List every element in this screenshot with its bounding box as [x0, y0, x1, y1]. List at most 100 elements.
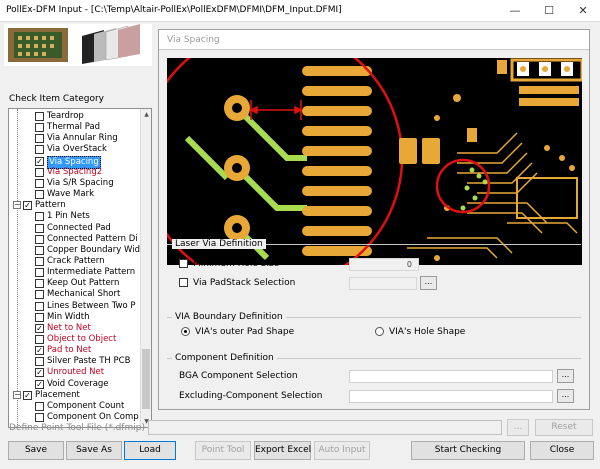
tree-item[interactable]: Lines Between Two P: [9, 301, 141, 312]
tree-item[interactable]: ✓ Void Coverage: [9, 379, 141, 390]
tree-item[interactable]: Thermal Pad: [9, 122, 141, 133]
load-button[interactable]: Load: [124, 441, 176, 460]
tree-item[interactable]: Keep Out Pattern: [9, 278, 141, 289]
min-hole-size-checkbox[interactable]: [179, 259, 188, 268]
via-boundary-definition-title: VIA Boundary Definition: [172, 312, 286, 322]
tree-item[interactable]: Silver Paste TH PCB: [9, 356, 141, 367]
tree-item[interactable]: Wave Mark: [9, 189, 141, 200]
auto-input-button[interactable]: Auto Input: [314, 441, 370, 460]
tree-item-checkbox[interactable]: ✓: [23, 201, 32, 211]
tree-item[interactable]: Via Spacing2: [9, 167, 141, 178]
tree-item[interactable]: ✓ Unrouted Net: [9, 367, 141, 378]
tree-item[interactable]: ✓ Via Spacing: [9, 155, 141, 169]
tree-item[interactable]: Via OverStack: [9, 144, 141, 155]
tree-group[interactable]: − ✓ Placement: [9, 390, 141, 401]
tree-item[interactable]: ✓ Pad to Net: [9, 345, 141, 356]
export-excel-button[interactable]: Export Excel: [254, 441, 311, 460]
tree-item-checkbox[interactable]: ✓: [35, 323, 44, 333]
close-window-button[interactable]: ✕: [566, 0, 600, 22]
via-padstack-browse-button[interactable]: ...: [420, 276, 437, 290]
tree-item-label: Via OverStack: [47, 144, 107, 155]
save-button[interactable]: Save: [8, 441, 64, 460]
tree-item[interactable]: Via S/R Spacing: [9, 178, 141, 189]
reset-button[interactable]: Reset: [535, 419, 593, 436]
tree-item-checkbox[interactable]: [35, 167, 44, 177]
point-tool-browse-button[interactable]: ...: [507, 419, 529, 436]
bga-component-input[interactable]: [349, 370, 553, 383]
tree-item[interactable]: Intermediate Pattern: [9, 267, 141, 278]
tree-item-checkbox[interactable]: ✓: [35, 379, 44, 389]
min-hole-size-label: Minimum Hole Size: [193, 259, 280, 269]
collapse-icon[interactable]: −: [13, 390, 21, 399]
tree-item-checkbox[interactable]: ✓: [35, 368, 44, 378]
tree-item-label: Component Count: [47, 400, 125, 411]
tree-item[interactable]: Connected Pad: [9, 223, 141, 234]
tree-item-checkbox[interactable]: [35, 279, 44, 289]
excluding-component-input[interactable]: [349, 390, 553, 403]
tree-item[interactable]: Component Count: [9, 401, 141, 412]
scroll-thumb[interactable]: [142, 349, 150, 409]
tree-item-checkbox[interactable]: [35, 190, 44, 200]
tree-item[interactable]: 1 Pin Nets: [9, 211, 141, 222]
bga-browse-button[interactable]: ...: [557, 369, 574, 383]
tree-item-checkbox[interactable]: [35, 223, 44, 233]
tree-item-checkbox[interactable]: [35, 312, 44, 322]
tree-item[interactable]: Via Annular Ring: [9, 133, 141, 144]
check-item-tree[interactable]: ▲ ▼ Teardrop Thermal Pad Via Annular Ring V…: [8, 108, 152, 428]
tree-item-checkbox[interactable]: [35, 145, 44, 155]
maximize-button[interactable]: ☐: [532, 0, 566, 22]
tree-item-checkbox[interactable]: [35, 413, 44, 423]
collapse-icon[interactable]: −: [13, 201, 21, 210]
excluding-browse-button[interactable]: ...: [557, 389, 574, 403]
tree-item-checkbox[interactable]: [35, 401, 44, 411]
tree-item-checkbox[interactable]: ✓: [35, 346, 44, 356]
via-spacing-panel: Via Spacing Laser Via Definition Minimum…: [158, 29, 590, 410]
laser-via-definition-title: Laser Via Definition: [172, 239, 266, 249]
tree-item-label: Pattern: [35, 200, 66, 211]
tree-item-checkbox[interactable]: ✓: [23, 390, 32, 400]
tree-item-label: Via Spacing2: [47, 166, 103, 177]
tree-item-checkbox[interactable]: [35, 335, 44, 344]
title-bar: PollEx-DFM Input - [C:\Temp\Altair-PollE…: [0, 0, 600, 22]
tree-item-checkbox[interactable]: [35, 234, 44, 244]
tree-item-checkbox[interactable]: [35, 268, 44, 278]
close-button[interactable]: Close: [530, 441, 594, 460]
point-tool-file-input[interactable]: [148, 420, 502, 435]
minimize-button[interactable]: —: [498, 0, 532, 22]
tree-item[interactable]: ✓ Net to Net: [9, 323, 141, 334]
tree-item-checkbox[interactable]: [35, 290, 44, 300]
tree-item-checkbox[interactable]: [35, 178, 44, 188]
tree-item[interactable]: Object to Object: [9, 334, 141, 345]
min-hole-size-input[interactable]: 0: [349, 258, 419, 271]
tree-item-label: Lines Between Two P: [47, 300, 136, 311]
via-padstack-checkbox[interactable]: [179, 278, 188, 287]
tree-item[interactable]: Copper Boundary Wid: [9, 245, 141, 256]
tree-item-checkbox[interactable]: [35, 256, 44, 266]
tree-item-checkbox[interactable]: [35, 123, 44, 133]
tree-item-checkbox[interactable]: ✓: [35, 156, 44, 166]
tree-item-checkbox[interactable]: [35, 245, 44, 255]
scroll-up-icon[interactable]: ▲: [141, 109, 151, 120]
tree-item-label: Intermediate Pattern: [47, 267, 136, 278]
tree-item[interactable]: Connected Pattern Di: [9, 234, 141, 245]
bga-component-label: BGA Component Selection: [179, 371, 298, 381]
tree-item[interactable]: Min Width: [9, 312, 141, 323]
tree-item[interactable]: Crack Pattern: [9, 256, 141, 267]
tree-item-checkbox[interactable]: [35, 134, 44, 144]
product-logo: [4, 24, 152, 66]
hole-shape-radio[interactable]: [375, 327, 384, 336]
tree-group[interactable]: − ✓ Pattern: [9, 200, 141, 211]
start-checking-button[interactable]: Start Checking: [411, 441, 525, 460]
tree-item-checkbox[interactable]: [35, 301, 44, 311]
via-padstack-input[interactable]: [349, 277, 417, 290]
tree-item-checkbox[interactable]: [35, 212, 44, 222]
tree-item-checkbox[interactable]: [35, 357, 44, 367]
point-tool-button[interactable]: Point Tool: [195, 441, 251, 460]
tree-item[interactable]: Component On Comp: [9, 412, 141, 423]
tree-item[interactable]: Mechanical Short: [9, 289, 141, 300]
tree-item[interactable]: Teardrop: [9, 111, 141, 122]
tree-scrollbar[interactable]: ▲ ▼: [140, 109, 151, 427]
tree-item-checkbox[interactable]: [35, 112, 44, 121]
outer-pad-shape-radio[interactable]: [181, 327, 190, 336]
save-as-button[interactable]: Save As: [66, 441, 122, 460]
